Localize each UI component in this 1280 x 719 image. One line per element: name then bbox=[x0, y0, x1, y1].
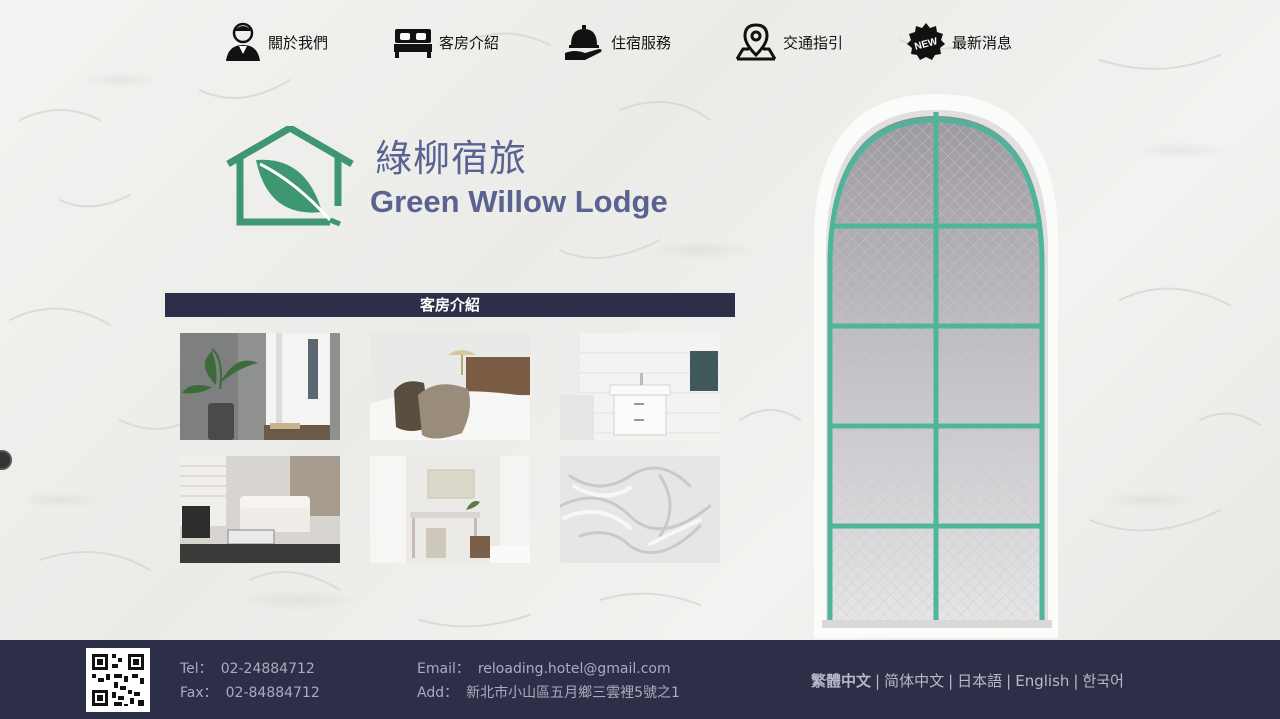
lang-japanese[interactable]: 日本語 bbox=[957, 672, 1002, 690]
desk-corner-photo bbox=[370, 456, 530, 563]
white-sheets-photo bbox=[560, 456, 720, 563]
nav-rooms-label: 客房介紹 bbox=[439, 33, 500, 52]
gallery-photo-4[interactable] bbox=[180, 456, 340, 563]
nav-directions[interactable]: 交通指引 bbox=[735, 20, 843, 64]
fax-label: Fax： bbox=[180, 685, 218, 701]
logo-name-en: Green Willow Lodge bbox=[370, 184, 668, 219]
address-value: 新北市小山區五月鄉三雲裡5號之1 bbox=[466, 685, 680, 701]
lang-separator: | bbox=[948, 672, 954, 690]
gallery-photo-5[interactable] bbox=[370, 456, 530, 563]
language-switcher: 繁體中文 | 简体中文 | 日本語 | English | 한국어 bbox=[811, 670, 1124, 691]
nav-services-label: 住宿服務 bbox=[611, 33, 672, 52]
nav-directions-label: 交通指引 bbox=[783, 33, 844, 52]
footer: Tel： 02-24884712 Fax： 02-84884712 Email： re… bbox=[0, 640, 1280, 719]
lang-separator: | bbox=[875, 672, 881, 690]
tel-value: 02-24884712 bbox=[220, 661, 315, 677]
staff-person-icon bbox=[226, 22, 260, 61]
lang-korean[interactable]: 한국어 bbox=[1082, 672, 1123, 690]
footer-tel: Tel： 02-24884712 bbox=[180, 658, 315, 678]
lang-simplified-chinese[interactable]: 简体中文 bbox=[884, 672, 944, 690]
address-label: Add： bbox=[417, 685, 459, 701]
fax-value: 02-84884712 bbox=[225, 685, 320, 701]
top-nav: 關於我們 客房介紹 住宿服務 交通指引 NEW 最新消息 bbox=[0, 20, 1280, 64]
logo-name-zh: 綠柳宿旅 bbox=[375, 137, 527, 180]
email-label: Email： bbox=[417, 661, 470, 677]
nav-about-label: 關於我們 bbox=[268, 33, 329, 52]
footer-fax: Fax： 02-84884712 bbox=[180, 682, 320, 702]
qr-code-icon[interactable] bbox=[86, 648, 150, 712]
section-title: 客房介紹 bbox=[419, 296, 480, 314]
email-value[interactable]: reloading.hotel@gmail.com bbox=[478, 661, 671, 677]
room-gallery bbox=[180, 333, 720, 563]
new-badge-icon: NEW bbox=[907, 23, 945, 60]
nav-rooms[interactable]: 客房介紹 bbox=[393, 20, 499, 64]
gallery-photo-1[interactable] bbox=[180, 333, 340, 440]
arched-window-image bbox=[814, 94, 1058, 638]
lang-separator: | bbox=[1006, 672, 1012, 690]
map-pin-icon bbox=[735, 23, 777, 61]
living-room-sofa-photo bbox=[180, 456, 340, 563]
lang-traditional-chinese[interactable]: 繁體中文 bbox=[811, 672, 871, 690]
bed-icon bbox=[394, 29, 432, 58]
tel-label: Tel： bbox=[180, 661, 213, 677]
nav-about[interactable]: 關於我們 bbox=[224, 20, 328, 64]
bathroom-sink-photo bbox=[560, 333, 720, 440]
room-plant-photo bbox=[180, 333, 340, 440]
footer-email: Email： reloading.hotel@gmail.com bbox=[417, 658, 671, 678]
nav-news[interactable]: NEW 最新消息 bbox=[906, 20, 1012, 64]
lang-english[interactable]: English bbox=[1015, 672, 1069, 690]
nav-news-label: 最新消息 bbox=[952, 33, 1013, 52]
service-bell-icon bbox=[565, 25, 602, 60]
gallery-photo-2[interactable] bbox=[370, 333, 530, 440]
house-leaf-icon bbox=[226, 126, 354, 227]
lang-separator: | bbox=[1073, 672, 1079, 690]
gallery-photo-6[interactable] bbox=[560, 456, 720, 563]
gallery-photo-3[interactable] bbox=[560, 333, 720, 440]
footer-address: Add： 新北市小山區五月鄉三雲裡5號之1 bbox=[417, 682, 680, 702]
nav-services[interactable]: 住宿服務 bbox=[563, 20, 671, 64]
bed-pillows-photo bbox=[370, 333, 530, 440]
section-title-bar: 客房介紹 bbox=[165, 293, 735, 317]
